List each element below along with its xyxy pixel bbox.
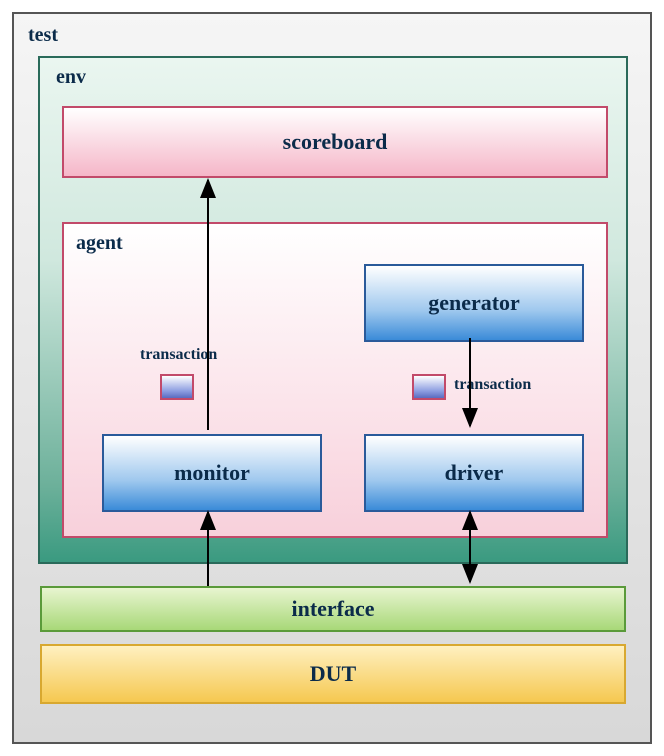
scoreboard-label: scoreboard [283, 129, 388, 155]
generator-box: generator [364, 264, 584, 342]
dut-box: DUT [40, 644, 626, 704]
env-label: env [56, 66, 86, 89]
scoreboard-box: scoreboard [62, 106, 608, 178]
diagram-canvas: test env scoreboard agent generator moni… [0, 0, 664, 756]
transaction-box-2 [412, 374, 446, 400]
agent-container: agent generator monitor driver transacti… [62, 222, 608, 538]
interface-box: interface [40, 586, 626, 632]
env-container: env scoreboard agent generator monitor d… [38, 56, 628, 564]
generator-label: generator [428, 290, 520, 316]
interface-label: interface [291, 596, 374, 622]
monitor-label: monitor [174, 460, 250, 486]
agent-label: agent [76, 232, 123, 255]
driver-box: driver [364, 434, 584, 512]
test-label: test [28, 24, 58, 47]
test-container: test env scoreboard agent generator moni… [12, 12, 652, 744]
transaction-label-1: transaction [140, 346, 217, 364]
dut-label: DUT [310, 661, 356, 687]
monitor-box: monitor [102, 434, 322, 512]
transaction-box-1 [160, 374, 194, 400]
driver-label: driver [445, 460, 504, 486]
transaction-label-2: transaction [454, 376, 531, 394]
